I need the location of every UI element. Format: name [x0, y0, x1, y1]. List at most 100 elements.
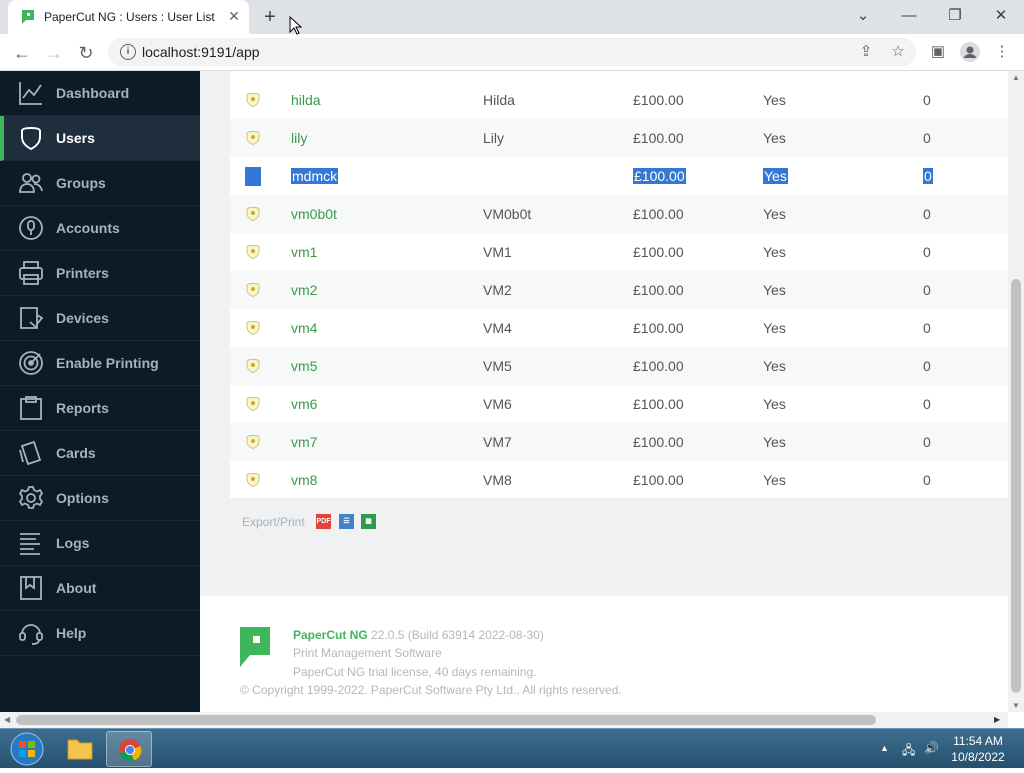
taskbar-clock[interactable]: 11:54 AM 10/8/2022: [946, 733, 1010, 765]
pdf-export-icon[interactable]: PDF: [316, 514, 331, 529]
full-name-cell: VM6: [483, 396, 512, 412]
sidebar-item-dashboard[interactable]: Dashboard: [0, 71, 200, 116]
username-link[interactable]: hilda: [291, 92, 321, 108]
file-explorer-taskbar-button[interactable]: [57, 731, 103, 767]
sidebar-item-enable-printing[interactable]: Enable Printing: [0, 341, 200, 386]
user-status-shield-icon[interactable]: [246, 207, 260, 221]
scroll-down-icon[interactable]: ▼: [1012, 701, 1020, 710]
enable-printing-icon: [19, 351, 43, 375]
spreadsheet-export-icon[interactable]: ▦: [361, 514, 376, 529]
forward-arrow-icon[interactable]: →: [41, 40, 67, 66]
vertical-scroll-thumb[interactable]: [1011, 279, 1021, 693]
restricted-cell: Yes: [763, 130, 786, 146]
table-row[interactable]: vm6 VM6 £100.00 Yes 0: [230, 385, 1008, 423]
balance-cell: £100.00: [633, 244, 684, 260]
user-status-shield-icon[interactable]: [246, 435, 260, 449]
user-status-shield-icon[interactable]: [246, 131, 260, 145]
full-name-cell: VM1: [483, 244, 512, 260]
show-hidden-icons-icon[interactable]: ▲: [880, 743, 889, 753]
vertical-scrollbar[interactable]: ▲ ▼: [1008, 71, 1024, 712]
restricted-cell: Yes: [763, 92, 786, 108]
full-name-cell: Lily: [483, 130, 505, 146]
jobs-cell: 0: [923, 434, 931, 450]
horizontal-scrollbar[interactable]: ◀ ▶: [0, 712, 1008, 728]
minimize-button[interactable]: —: [894, 4, 924, 28]
share-icon[interactable]: ⇪: [854, 40, 878, 64]
reload-icon[interactable]: ↻: [73, 40, 99, 66]
username-link[interactable]: vm6: [291, 396, 317, 412]
username-link[interactable]: vm5: [291, 358, 317, 374]
jobs-cell: 0: [923, 358, 931, 374]
username-link[interactable]: vm8: [291, 472, 317, 488]
sidebar-item-devices[interactable]: Devices: [0, 296, 200, 341]
volume-icon[interactable]: 🔊: [924, 741, 939, 755]
sidebar-item-logs[interactable]: Logs: [0, 521, 200, 566]
table-row[interactable]: vm8 VM8 £100.00 Yes 0: [230, 461, 1008, 499]
table-row[interactable]: vm0b0t VM0b0t £100.00 Yes 0: [230, 195, 1008, 233]
reports-icon: [20, 396, 42, 420]
horizontal-scroll-thumb[interactable]: [16, 715, 876, 725]
jobs-cell: 0: [923, 282, 931, 298]
table-row[interactable]: vm4 VM4 £100.00 Yes 0: [230, 309, 1008, 347]
url-text[interactable]: localhost:9191/app: [142, 44, 260, 60]
username-link[interactable]: mdmck: [291, 168, 339, 184]
footer-tagline: Print Management Software: [293, 646, 442, 660]
table-row[interactable]: vm2 VM2 £100.00 Yes 0: [230, 271, 1008, 309]
table-row[interactable]: vm5 VM5 £100.00 Yes 0: [230, 347, 1008, 385]
chrome-taskbar-button[interactable]: [106, 731, 152, 767]
restricted-cell: Yes: [763, 320, 786, 336]
selected-row-icon[interactable]: [245, 167, 261, 186]
sidebar-item-users[interactable]: Users: [0, 116, 200, 161]
back-arrow-icon[interactable]: ←: [9, 40, 35, 66]
table-row[interactable]: vm7 VM7 £100.00 Yes 0: [230, 423, 1008, 461]
user-status-shield-icon[interactable]: [246, 93, 260, 107]
list-export-icon[interactable]: ☰: [339, 514, 354, 529]
side-panel-icon[interactable]: ▣: [926, 40, 950, 64]
site-info-icon[interactable]: i: [120, 44, 136, 60]
restricted-cell: Yes: [763, 206, 786, 222]
browser-tab[interactable]: PaperCut NG : Users : User List ✕: [8, 0, 249, 34]
close-window-button[interactable]: ✕: [986, 4, 1016, 28]
bookmark-star-icon[interactable]: ☆: [886, 40, 910, 64]
table-row[interactable]: hilda Hilda £100.00 Yes 0: [230, 81, 1008, 119]
table-row-selected[interactable]: mdmck £100.00 Yes 0: [230, 157, 1008, 195]
network-icon[interactable]: 🖧: [902, 741, 915, 762]
sidebar-item-printers[interactable]: Printers: [0, 251, 200, 296]
table-row[interactable]: lily Lily £100.00 Yes 0: [230, 119, 1008, 157]
user-status-shield-icon[interactable]: [246, 245, 260, 259]
table-row[interactable]: vm1 VM1 £100.00 Yes 0: [230, 233, 1008, 271]
username-link[interactable]: vm7: [291, 434, 317, 450]
user-status-shield-icon[interactable]: [246, 473, 260, 487]
sidebar-item-accounts[interactable]: Accounts: [0, 206, 200, 251]
windows-start-icon[interactable]: [6, 731, 48, 767]
user-status-shield-icon[interactable]: [246, 283, 260, 297]
user-status-shield-icon[interactable]: [246, 321, 260, 335]
sidebar-item-reports[interactable]: Reports: [0, 386, 200, 431]
printer-icon: [19, 261, 43, 285]
new-tab-button[interactable]: +: [259, 6, 281, 28]
restricted-cell: Yes: [763, 434, 786, 450]
menu-kebab-icon[interactable]: ⋮: [990, 40, 1014, 64]
tab-close-icon[interactable]: ✕: [226, 8, 242, 24]
username-link[interactable]: lily: [291, 130, 307, 146]
username-link[interactable]: vm0b0t: [291, 206, 337, 222]
sidebar-item-options[interactable]: Options: [0, 476, 200, 521]
sidebar: Dashboard Users Groups Accounts Printers…: [0, 71, 200, 712]
sidebar-item-help[interactable]: Help: [0, 611, 200, 656]
user-status-shield-icon[interactable]: [246, 397, 260, 411]
username-link[interactable]: vm1: [291, 244, 317, 260]
scroll-left-icon[interactable]: ◀: [4, 715, 10, 724]
sidebar-item-cards[interactable]: Cards: [0, 431, 200, 476]
address-bar[interactable]: i localhost:9191/app ⇪ ☆: [108, 38, 916, 66]
scroll-right-icon[interactable]: ▶: [994, 715, 1000, 724]
restore-button[interactable]: ❐: [940, 4, 970, 28]
sidebar-item-about[interactable]: About: [0, 566, 200, 611]
username-link[interactable]: vm4: [291, 320, 317, 336]
username-link[interactable]: vm2: [291, 282, 317, 298]
sidebar-item-groups[interactable]: Groups: [0, 161, 200, 206]
profile-avatar-icon[interactable]: [958, 40, 982, 64]
user-status-shield-icon[interactable]: [246, 359, 260, 373]
scroll-up-icon[interactable]: ▲: [1012, 73, 1020, 82]
logs-icon: [20, 533, 40, 555]
tab-search-icon[interactable]: ⌄: [848, 4, 878, 28]
